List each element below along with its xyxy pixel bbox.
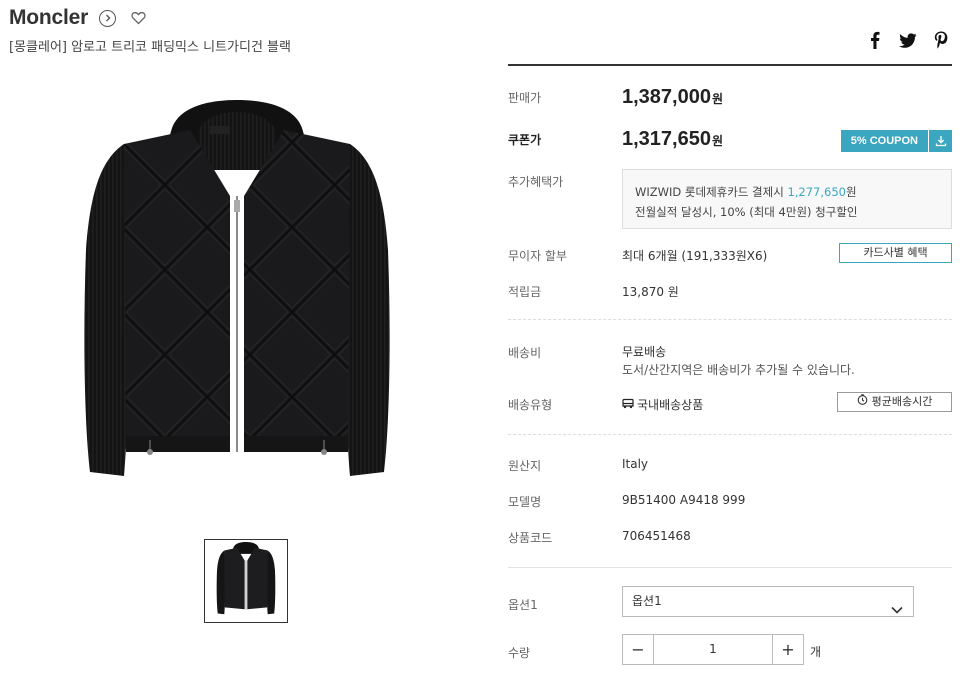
- quantity-decrease-button[interactable]: −: [622, 634, 654, 665]
- divider: [508, 434, 952, 435]
- extra-benefit-box: WIZWID 롯데제휴카드 결제시 1,277,650원 전월실적 달성시, 1…: [622, 169, 952, 229]
- coupon-price-currency: 원: [711, 134, 724, 148]
- product-code-label: 상품코드: [508, 531, 553, 545]
- divider: [508, 319, 952, 320]
- sale-price-currency: 원: [711, 92, 724, 106]
- benefit-card-text: WIZWID 롯데제휴카드 결제시: [635, 185, 788, 199]
- origin-value: Italy: [622, 457, 649, 471]
- sale-price: 1,387,000원: [622, 86, 723, 109]
- option-select[interactable]: 옵션1: [622, 586, 914, 617]
- coupon-button-label[interactable]: 5% COUPON: [840, 130, 928, 152]
- coupon-download-button[interactable]: 5% COUPON: [840, 130, 952, 152]
- shipping-fee-label: 배송비: [508, 346, 542, 360]
- model-label: 모델명: [508, 495, 542, 509]
- points-value: 13,870 원: [622, 285, 679, 299]
- divider: [508, 567, 952, 568]
- sale-price-label: 판매가: [508, 91, 542, 105]
- extra-benefit-label: 추가혜택가: [508, 175, 564, 189]
- option-label: 옵션1: [508, 598, 538, 612]
- heart-icon[interactable]: [130, 10, 146, 26]
- benefit-card-amount: 1,277,650: [787, 185, 846, 199]
- benefit-card-currency: 원: [845, 185, 857, 199]
- model-value: 9B51400 A9418 999: [622, 493, 746, 507]
- brand-name[interactable]: Moncler: [9, 6, 88, 30]
- product-info-panel: 판매가 1,387,000원 쿠폰가 1,317,650원 5% COUPON …: [508, 0, 952, 676]
- product-thumbnail[interactable]: [204, 539, 288, 623]
- origin-label: 원산지: [508, 459, 542, 473]
- coupon-price-label: 쿠폰가: [508, 133, 542, 147]
- installment-value: 최대 6개월 (191,333원X6): [622, 249, 768, 263]
- quantity-input[interactable]: 1: [654, 634, 772, 665]
- card-benefits-button[interactable]: 카드사별 혜택: [839, 243, 952, 263]
- shipping-fee-value: 무료배송: [622, 345, 667, 359]
- shipping-type-label: 배송유형: [508, 398, 553, 412]
- quantity-unit: 개: [810, 645, 822, 659]
- brand-link-arrow-icon[interactable]: [99, 9, 117, 27]
- clock-icon: [857, 393, 868, 411]
- download-icon[interactable]: [929, 130, 952, 152]
- quantity-increase-button[interactable]: +: [772, 634, 804, 665]
- coupon-price-value: 1,317,650: [622, 128, 711, 150]
- product-title: [몽클레어] 암로고 트리코 패딩믹스 니트가디건 블랙: [9, 40, 291, 55]
- product-code-value: 706451468: [622, 529, 691, 543]
- coupon-price: 1,317,650원: [622, 128, 723, 151]
- brand-row: Moncler: [9, 6, 146, 30]
- points-label: 적립금: [508, 285, 542, 299]
- shipping-type: 국내배송상품: [622, 396, 703, 413]
- installment-label: 무이자 할부: [508, 249, 568, 263]
- option-selected-value: 옵션1: [632, 594, 662, 608]
- quantity-stepper: − 1 +: [622, 634, 804, 665]
- truck-icon: [622, 398, 634, 412]
- product-main-image: [80, 100, 394, 506]
- benefit-line-2: 전월실적 달성시, 10% (최대 4만원) 청구할인: [635, 205, 858, 219]
- avg-delivery-time-label[interactable]: 평균배송시간: [872, 393, 933, 411]
- shipping-type-value: 국내배송상품: [637, 398, 704, 412]
- chevron-down-icon: [891, 596, 903, 625]
- quantity-label: 수량: [508, 646, 531, 660]
- sale-price-value: 1,387,000: [622, 86, 711, 108]
- benefit-line-1: WIZWID 롯데제휴카드 결제시 1,277,650원: [635, 182, 939, 202]
- avg-delivery-time-button[interactable]: 평균배송시간: [837, 392, 952, 412]
- shipping-fee-note: 도서/산간지역은 배송비가 추가될 수 있습니다.: [622, 363, 855, 377]
